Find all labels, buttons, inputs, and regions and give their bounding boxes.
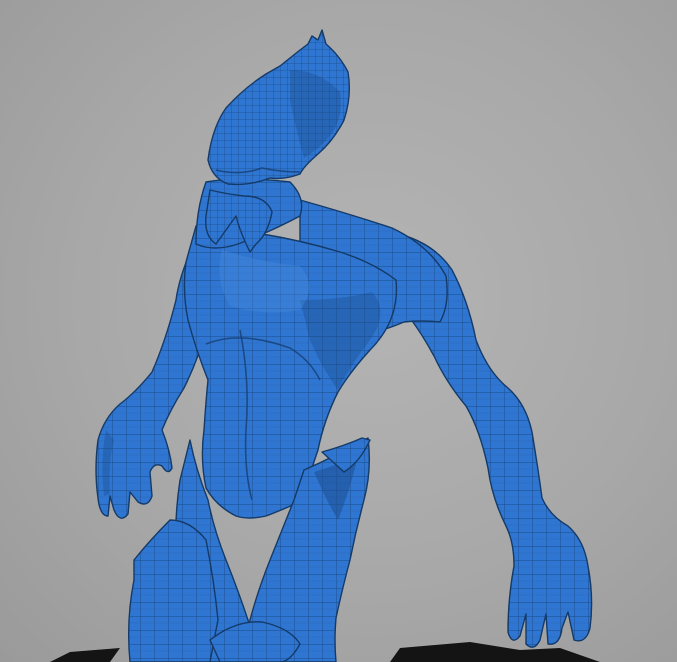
viewport-canvas[interactable]	[0, 0, 677, 662]
creature-model[interactable]	[95, 29, 593, 662]
model-left-leg[interactable]	[127, 519, 219, 662]
3d-viewport[interactable]	[0, 0, 677, 662]
